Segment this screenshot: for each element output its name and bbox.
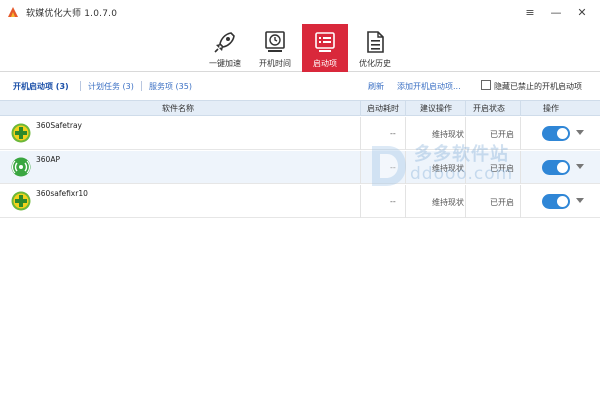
360-safe-icon [11,191,31,211]
close-icon: ✕ [577,5,587,19]
startup-time: -- [390,129,396,138]
tool-label: 一键加速 [209,59,241,68]
toggle-knob [557,128,568,139]
wifi-ap-icon [11,157,31,177]
column-header-name: 软件名称 [162,104,194,113]
enable-toggle[interactable] [542,126,570,141]
hide-disabled-checkbox[interactable] [481,80,491,90]
column-divider [360,101,361,116]
tool-label: 开机时间 [259,59,291,68]
tool-optimize-history[interactable]: 优化历史 [352,24,398,72]
suggested-action: 维持现状 [432,198,464,207]
tool-label: 启动项 [313,59,337,68]
document-icon [367,31,384,53]
software-name: 360Safetray [36,121,82,130]
software-name: 360AP [36,155,60,164]
tab-startup-items[interactable]: 开机启动项 (3) [13,81,69,92]
watermark: 多多软件站 ddooo.com [366,140,536,194]
column-header-status: 开启状态 [473,104,505,113]
chevron-down-icon[interactable] [576,164,584,169]
column-divider [360,185,361,218]
hide-disabled-label: 隐藏已禁止的开机启动项 [494,82,582,91]
status-text: 已开启 [490,130,514,139]
watermark-text-en: ddooo.com [410,164,514,184]
enable-toggle[interactable] [542,160,570,175]
tool-boot-time[interactable]: 开机时间 [252,24,298,72]
column-header-suggest: 建议操作 [420,104,452,113]
column-header-operate: 操作 [543,104,559,113]
enable-toggle[interactable] [542,194,570,209]
minimize-icon: — [550,5,562,19]
tab-divider [141,81,142,91]
tool-one-click-speedup[interactable]: 一键加速 [202,24,248,72]
app-logo-icon [8,7,18,17]
chevron-down-icon[interactable] [576,198,584,203]
refresh-link[interactable]: 刷新 [368,81,384,92]
column-divider [520,101,521,116]
column-divider [465,101,466,116]
window-title: 软媒优化大师 1.0.7.0 [26,8,118,19]
watermark-text-cn: 多多软件站 [414,144,509,165]
startup-time: -- [390,197,396,206]
column-header-time: 启动耗时 [367,104,399,113]
clock-icon [265,31,285,52]
menu-button[interactable]: ≡ [518,0,542,24]
add-startup-link[interactable]: 添加开机启动项... [397,81,461,92]
column-divider [405,101,406,116]
table-header: 软件名称 启动耗时 建议操作 开启状态 操作 [0,100,600,116]
minimize-button[interactable]: — [544,0,568,24]
main-toolbar: 一键加速 开机时间 启动项 优化历史 [0,24,600,72]
column-divider [360,117,361,150]
watermark-logo-icon [372,146,406,186]
tab-scheduled-tasks[interactable]: 计划任务 (3) [88,81,134,92]
startup-list-icon [315,32,335,52]
close-button[interactable]: ✕ [570,0,594,24]
suggested-action: 维持现状 [432,130,464,139]
tabs-row: 开机启动项 (3) 计划任务 (3) 服务项 (35) 刷新 添加开机启动项..… [0,78,600,96]
tool-label: 优化历史 [359,59,391,68]
menu-icon: ≡ [525,5,535,19]
toggle-knob [557,196,568,207]
tab-divider [80,81,81,91]
toggle-knob [557,162,568,173]
status-text: 已开启 [490,198,514,207]
column-divider [360,151,361,184]
360-safe-icon [11,123,31,143]
tool-startup-items[interactable]: 启动项 [302,24,348,72]
rocket-icon [214,32,235,53]
title-bar: 软媒优化大师 1.0.7.0 [0,0,600,24]
chevron-down-icon[interactable] [576,130,584,135]
tab-services[interactable]: 服务项 (35) [149,81,192,92]
software-name: 360safefixr10 [36,189,88,198]
